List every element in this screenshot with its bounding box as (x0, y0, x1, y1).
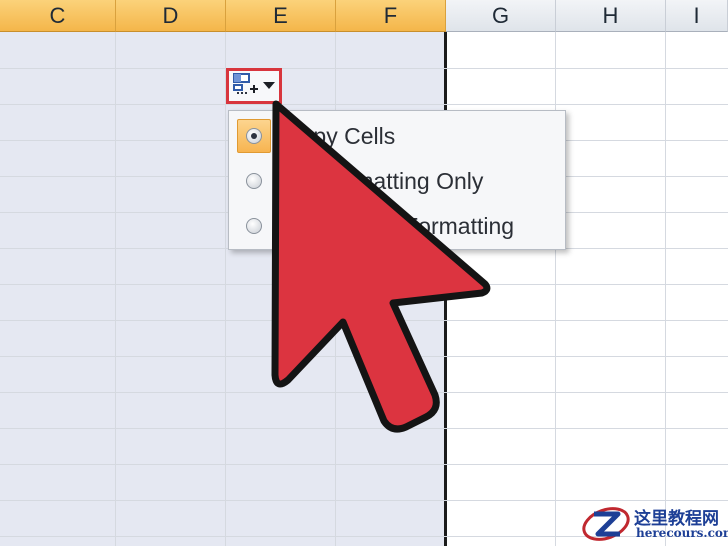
gridline (0, 428, 728, 429)
radio-holder (237, 164, 271, 198)
gridline (0, 284, 728, 285)
gridline (0, 68, 728, 69)
column-header-g[interactable]: G (446, 0, 556, 32)
menu-item-label: Fill Formatting Only (284, 167, 484, 194)
menu-item-label: Copy Cells (284, 122, 396, 149)
column-header-c[interactable]: C (0, 0, 116, 32)
gridline (665, 32, 666, 546)
menu-item-fill-formatting-only[interactable]: Fill Formatting Only (229, 159, 565, 203)
gridline (0, 104, 728, 105)
radio-button[interactable] (246, 173, 262, 189)
auto-fill-options-menu: Copy Cells Fill Formatting Only Fill Wit… (228, 110, 566, 250)
watermark: 这里教程网 herecours.com (580, 502, 728, 544)
column-header-h[interactable]: H (556, 0, 666, 32)
column-header-i[interactable]: I (666, 0, 728, 32)
radio-button[interactable] (246, 128, 262, 144)
gridline (0, 356, 728, 357)
watermark-text-en: herecours.com (636, 526, 728, 540)
radio-button[interactable] (246, 218, 262, 234)
radio-holder (237, 209, 271, 243)
gridline (225, 32, 226, 546)
gridline (0, 392, 728, 393)
gridline (0, 464, 728, 465)
dropdown-arrow-icon (263, 77, 275, 95)
radio-highlight (237, 119, 271, 153)
gridline (0, 320, 728, 321)
paste-options-icon (233, 72, 259, 101)
z-logo-icon (582, 507, 630, 541)
auto-fill-options-button[interactable] (226, 68, 282, 104)
gridline (0, 500, 728, 501)
menu-item-label: Fill Without Formatting (284, 212, 515, 239)
menu-item-copy-cells[interactable]: Copy Cells (229, 114, 565, 158)
column-header-f[interactable]: F (336, 0, 446, 32)
menu-item-fill-without-formatting[interactable]: Fill Without Formatting (229, 204, 565, 248)
gridline (115, 32, 116, 546)
column-header-e[interactable]: E (226, 0, 336, 32)
column-header-d[interactable]: D (116, 0, 226, 32)
